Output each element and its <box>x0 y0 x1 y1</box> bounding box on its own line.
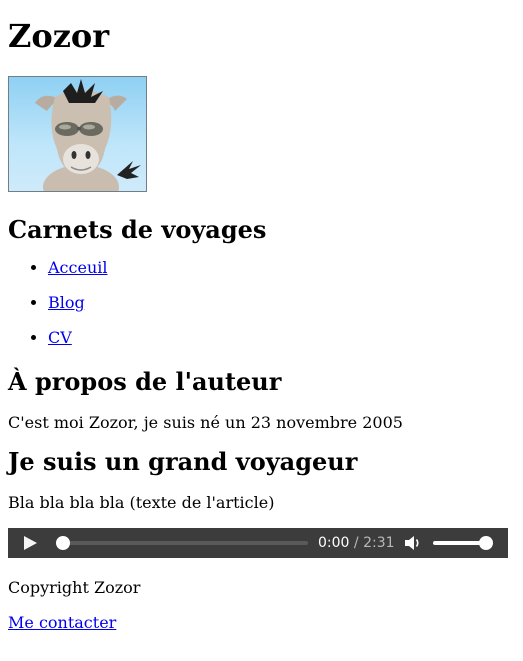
site-header: Zozor Carnets de voyages <box>8 0 515 245</box>
time-display: 0:00 / 2:31 <box>318 535 395 551</box>
site-tagline: Carnets de voyages <box>8 215 267 244</box>
time-separator: / <box>353 535 359 551</box>
page: Zozor Carnets de voyages • Acceuil • Blo… <box>0 0 523 633</box>
article: Je suis un grand voyageur Bla bla bla bl… <box>8 447 515 558</box>
play-icon[interactable] <box>24 536 37 550</box>
nav-link-acceuil[interactable]: Acceuil <box>48 258 107 277</box>
copyright-text: Copyright Zozor <box>8 578 141 597</box>
nav-item-cv: CV <box>48 327 515 348</box>
volume-slider[interactable] <box>433 536 493 550</box>
duration: 2:31 <box>363 535 395 551</box>
contact-link[interactable]: Me contacter <box>8 613 116 632</box>
zozor-donkey-icon <box>8 76 147 192</box>
volume-thumb[interactable] <box>479 536 493 550</box>
contact-paragraph: Me contacter <box>8 612 515 633</box>
about-section: À propos de l'auteur C'est moi Zozor, je… <box>8 367 515 433</box>
article-text: Bla bla bla bla (texte de l'article) <box>8 493 275 512</box>
audio-player: 0:00 / 2:31 <box>8 528 508 558</box>
speaker-icon[interactable] <box>404 535 422 551</box>
article-heading: Je suis un grand voyageur <box>8 447 358 476</box>
nav-item-blog: Blog <box>48 292 515 313</box>
nav-link-blog[interactable]: Blog <box>48 293 85 312</box>
seek-bar[interactable] <box>56 536 308 550</box>
current-time: 0:00 <box>318 535 350 551</box>
main-navigation: Acceuil Blog CV <box>8 257 515 348</box>
nav-list: Acceuil Blog CV <box>8 257 515 348</box>
site-title: Zozor <box>8 17 110 55</box>
nav-link-cv[interactable]: CV <box>48 328 72 347</box>
seek-thumb[interactable] <box>56 536 70 550</box>
about-heading: À propos de l'auteur <box>8 367 282 396</box>
about-text: C'est moi Zozor, je suis né un 23 novemb… <box>8 413 403 432</box>
site-footer: Copyright Zozor Me contacter <box>8 577 515 633</box>
nav-item-acceuil: Acceuil <box>48 257 515 278</box>
